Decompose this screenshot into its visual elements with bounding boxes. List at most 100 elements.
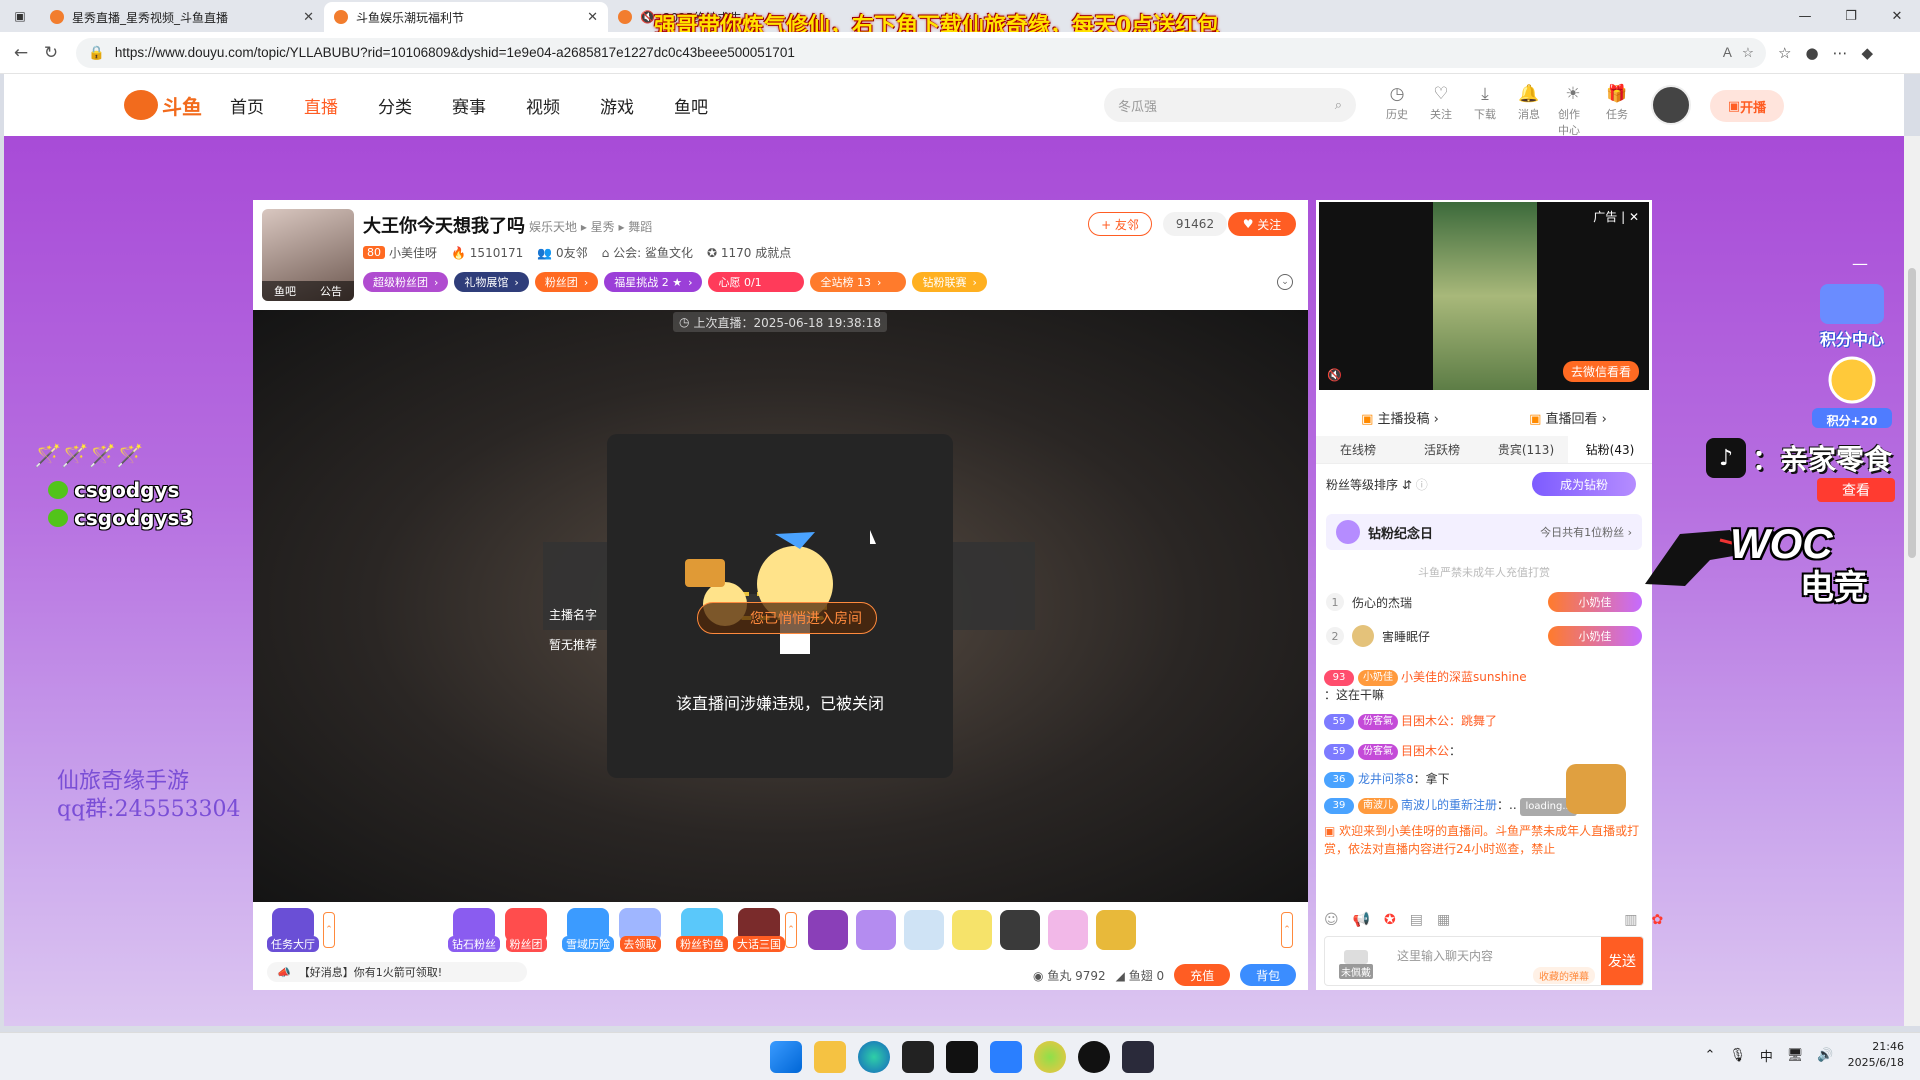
anchor-name[interactable]: 小美佳呀 bbox=[389, 244, 437, 261]
5e-icon[interactable] bbox=[1122, 1041, 1154, 1073]
mute-icon[interactable]: 🔇 bbox=[640, 10, 655, 24]
read-aloud-icon[interactable]: A bbox=[1723, 45, 1732, 60]
follow-button[interactable]: ♡ 关注 bbox=[1426, 84, 1456, 138]
site-rank-pill[interactable]: 全站榜 13 › bbox=[810, 272, 907, 292]
emoji-icon[interactable]: ☺ bbox=[1324, 912, 1339, 928]
favorite-star-icon[interactable]: ☆ bbox=[1742, 45, 1754, 61]
gift-shortcut-icon[interactable]: ✿ bbox=[1651, 912, 1663, 928]
noble-icon[interactable]: ▤ bbox=[1410, 912, 1423, 928]
reload-icon[interactable]: ↻ bbox=[36, 43, 66, 63]
profile-icon[interactable]: ● bbox=[1805, 44, 1818, 62]
ad-close-label[interactable]: 广告 | ✕ bbox=[1593, 208, 1639, 225]
gift-item[interactable] bbox=[904, 910, 944, 950]
fan-club-pill[interactable]: 粉丝团 › bbox=[534, 272, 599, 292]
tab-vip[interactable]: 贵宾(113) bbox=[1484, 436, 1568, 463]
mute-icon[interactable]: 🔇 bbox=[1327, 368, 1342, 382]
network-icon[interactable]: 🖥 bbox=[1787, 1048, 1804, 1063]
video-player[interactable]: ◷上次直播：2025-06-18 19:38:18 主播名字 暂无推荐 ▲ 您已… bbox=[253, 310, 1308, 902]
nav-live[interactable]: 直播 bbox=[304, 93, 338, 118]
speaker-icon[interactable]: 📢 bbox=[1353, 912, 1370, 928]
super-fan-pill[interactable]: 超级粉丝团 › bbox=[363, 272, 449, 292]
wear-badge-button[interactable]: 未佩戴 bbox=[1331, 943, 1381, 979]
start-live-button[interactable]: ▣ 开播 bbox=[1710, 90, 1784, 122]
ad-video[interactable]: 广告 | ✕ 去微信看看 🔇 bbox=[1319, 202, 1649, 390]
edge-browser-icon[interactable] bbox=[858, 1041, 890, 1073]
start-menu-icon[interactable] bbox=[770, 1041, 802, 1073]
danmu-toggle-icon[interactable]: ▥ bbox=[1624, 912, 1637, 928]
back-icon[interactable]: ← bbox=[6, 43, 36, 63]
page-scrollbar[interactable] bbox=[1904, 136, 1920, 1026]
search-input[interactable]: 冬瓜强 ⌕ bbox=[1104, 88, 1356, 122]
scrollbar-thumb[interactable] bbox=[1908, 268, 1916, 558]
guild-name[interactable]: 公会: 鲨鱼文化 bbox=[613, 246, 693, 260]
follow-button[interactable]: ♥ 关注 bbox=[1228, 212, 1296, 236]
nav-games[interactable]: 游戏 bbox=[600, 93, 634, 118]
saved-danmu-button[interactable]: 收藏的弹幕 bbox=[1533, 967, 1595, 984]
wish-pill[interactable]: 心愿 0/1 bbox=[708, 272, 805, 292]
file-explorer-icon[interactable] bbox=[814, 1041, 846, 1073]
lucky-challenge-pill[interactable]: 福星挑战 2 ★ › bbox=[604, 272, 703, 292]
notice-bar[interactable]: 📣 【好消息】你有1火箭可领取! bbox=[267, 962, 527, 982]
gift-item[interactable] bbox=[1000, 910, 1040, 950]
gift-item[interactable] bbox=[952, 910, 992, 950]
capcut-icon[interactable] bbox=[902, 1041, 934, 1073]
anchor-avatar[interactable]: 鱼吧 公告 bbox=[262, 209, 354, 301]
three-kingdoms-button[interactable]: 大话三国 bbox=[733, 908, 785, 952]
nav-video[interactable]: 视频 bbox=[526, 93, 560, 118]
rank-row[interactable]: 2 害睡眠仔 小奶佳 bbox=[1326, 622, 1642, 650]
chat-message[interactable]: 93 小奶佳 小美佳的深蓝sunshine ：这在干嘛 bbox=[1324, 668, 1640, 704]
toolbar-expand-icon[interactable]: ⌃ bbox=[323, 912, 335, 948]
chevron-down-icon[interactable]: ⌄ bbox=[1277, 274, 1293, 290]
diamond-fan-button[interactable]: 钻石粉丝 bbox=[448, 908, 500, 952]
gifts-scroll-right-icon[interactable]: ⌃ bbox=[1281, 912, 1293, 948]
hot-words-icon[interactable]: ▦ bbox=[1437, 912, 1450, 928]
tray-expand-icon[interactable]: ⌃ bbox=[1704, 1048, 1715, 1063]
nav-category[interactable]: 分类 bbox=[378, 93, 412, 118]
more-icon[interactable]: ⋯ bbox=[1833, 44, 1848, 62]
history-button[interactable]: ◷ 历史 bbox=[1382, 84, 1412, 138]
rank-row[interactable]: 1 伤心的杰瑞 小奶佳 bbox=[1326, 588, 1642, 616]
chat-user[interactable]: 小美佳的深蓝sunshine bbox=[1401, 670, 1527, 684]
yuba-link[interactable]: 鱼吧 bbox=[274, 283, 296, 299]
replay-link[interactable]: ▣ 直播回看 › bbox=[1529, 408, 1607, 427]
point-center-widget[interactable] bbox=[1812, 280, 1892, 430]
nav-yuba[interactable]: 鱼吧 bbox=[674, 93, 708, 118]
obs-icon[interactable] bbox=[1078, 1041, 1110, 1073]
tab-actions-icon[interactable]: ▣ bbox=[0, 0, 40, 32]
close-tab-icon[interactable]: ✕ bbox=[587, 10, 598, 25]
anchor-submission-link[interactable]: ▣ 主播投稿 › bbox=[1361, 408, 1439, 427]
claim-button[interactable]: 去领取 bbox=[619, 908, 661, 952]
tab-online[interactable]: 在线榜 bbox=[1316, 436, 1400, 463]
ad-cta-button[interactable]: 去微信看看 bbox=[1562, 361, 1639, 382]
add-friend-button[interactable]: + 友邻 bbox=[1088, 212, 1152, 236]
douyu-logo[interactable]: 斗鱼 bbox=[124, 90, 202, 120]
send-button[interactable]: 发送 bbox=[1601, 937, 1643, 985]
restore-icon[interactable]: ❐ bbox=[1828, 0, 1874, 32]
view-button[interactable]: 查看 bbox=[1817, 478, 1895, 502]
close-tab-icon[interactable]: ✕ bbox=[303, 10, 314, 25]
ime-indicator[interactable]: 中 bbox=[1760, 1046, 1773, 1065]
tasks-button[interactable]: 🎁 任务 bbox=[1602, 84, 1632, 138]
chat-user[interactable]: 南波儿的重新注册 bbox=[1401, 798, 1497, 812]
treasure-chest-icon[interactable] bbox=[1566, 764, 1626, 814]
gifts-scroll-left-icon[interactable]: ⌃ bbox=[785, 912, 797, 948]
chat-input[interactable]: 这里输入聊天内容 bbox=[1397, 947, 1493, 964]
url-field[interactable]: 🔒 https://www.douyu.com/topic/YLLABUBU?r… bbox=[76, 37, 1766, 68]
download-button[interactable]: ⤓ 下载 bbox=[1470, 84, 1500, 138]
copilot-icon[interactable]: ◆ bbox=[1862, 44, 1874, 62]
tab-diamond[interactable]: 钻粉(43) bbox=[1568, 436, 1652, 463]
help-icon[interactable]: ⓘ bbox=[1416, 478, 1428, 492]
creator-center-button[interactable]: ☀ 创作中心 bbox=[1558, 84, 1588, 138]
fan-club-button[interactable]: 粉丝团 bbox=[505, 908, 547, 952]
fan-fishing-button[interactable]: 粉丝钓鱼 bbox=[676, 908, 728, 952]
room-category[interactable]: 娱乐天地 ▸ 星秀 ▸ 舞蹈 bbox=[529, 218, 652, 235]
zlibrary-icon[interactable] bbox=[946, 1041, 978, 1073]
badge-icon[interactable]: ✪ bbox=[1384, 912, 1396, 928]
gift-item[interactable] bbox=[1096, 910, 1136, 950]
messages-button[interactable]: 🔔 消息 bbox=[1514, 84, 1544, 138]
browser-tab-1[interactable]: 斗鱼娱乐潮玩福利节 ✕ bbox=[324, 2, 608, 32]
chat-message[interactable]: 59 份客氣 目困木公： bbox=[1324, 742, 1640, 760]
favorites-icon[interactable]: ☆ bbox=[1778, 44, 1791, 62]
diamond-anniversary[interactable]: 钻粉纪念日 今日共有1位粉丝 › bbox=[1326, 514, 1642, 550]
task-hall-button[interactable]: 任务大厅 bbox=[267, 908, 319, 952]
